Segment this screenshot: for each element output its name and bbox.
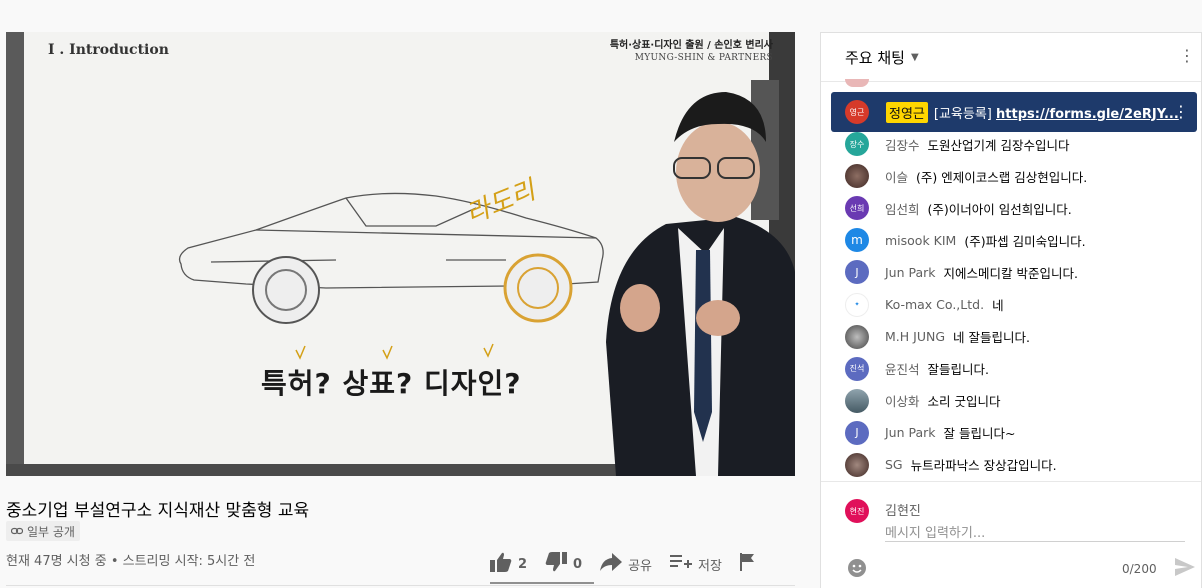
save-label: 저장 xyxy=(698,555,722,574)
avatar xyxy=(845,389,869,413)
share-button[interactable]: 공유 xyxy=(600,553,652,575)
flag-icon xyxy=(740,553,756,575)
chat-header: 주요 채팅 ▼ ⋮ xyxy=(821,33,1201,82)
author-name[interactable]: M.H JUNG xyxy=(885,329,945,344)
message-text: (주)파셉 김미숙입니다. xyxy=(964,231,1085,250)
chat-message: 이상화 소리 굿입니다 xyxy=(821,385,1201,417)
avatar xyxy=(845,164,869,188)
privacy-label: 일부 공개 xyxy=(27,523,75,540)
video-title: 중소기업 부설연구소 지식재산 맞춤형 교육 xyxy=(6,496,309,521)
avatar: ✦ xyxy=(845,293,869,317)
report-button[interactable] xyxy=(740,553,756,575)
like-ratio-bar xyxy=(490,582,594,584)
author-name[interactable]: 이슬 xyxy=(885,167,908,186)
message-input[interactable]: 메시지 입력하기... xyxy=(885,522,1185,542)
pinned-message[interactable]: 영근 정영근 [교육등록] https://forms.gle/2eRJY...… xyxy=(831,92,1197,132)
video-player[interactable]: I . Introduction 특허·상표·디자인 출원 / 손인호 변리사 … xyxy=(6,32,795,476)
emoji-icon[interactable] xyxy=(847,558,867,578)
send-icon[interactable] xyxy=(1174,556,1196,578)
slide-question: 특허? 상표? 디자인? xyxy=(261,362,522,402)
action-bar: 2 0 공유 저장 xyxy=(490,552,774,576)
message-text: 도원산업기계 김장수입니다 xyxy=(928,135,1070,154)
message-list: 장수김장수도원산업기계 김장수입니다 이슬(주) 엔제이코스랩 김상현입니다. … xyxy=(821,128,1201,481)
avatar: 영근 xyxy=(845,100,869,124)
more-options-icon[interactable]: ⋮ xyxy=(1173,102,1189,121)
slide-subtitle: 특허·상표·디자인 출원 / 손인호 변리사 xyxy=(610,36,773,51)
avatar: 장수 xyxy=(845,132,869,156)
privacy-badge: 일부 공개 xyxy=(6,521,80,541)
avatar: J xyxy=(845,260,869,284)
link-icon xyxy=(11,524,23,538)
author-name[interactable]: 이상화 xyxy=(885,391,920,410)
thumbs-up-icon xyxy=(490,552,512,576)
author-name[interactable]: 임선희 xyxy=(885,199,920,218)
message-text: 지에스메디칼 박준입니다. xyxy=(944,263,1078,282)
author-name[interactable]: Ko-max Co.,Ltd. xyxy=(885,297,984,312)
playlist-add-icon xyxy=(670,554,692,574)
chat-message: 선희 임선희 (주)이너아이 임선희입니다. xyxy=(821,192,1201,224)
message-text: 뉴트라파낙스 장상갑입니다. xyxy=(911,455,1057,474)
avatar: 진석 xyxy=(845,357,869,381)
author-name[interactable]: Jun Park xyxy=(885,425,936,440)
pinned-text: [교육등록] https://forms.gle/2eRJY... xyxy=(934,103,1179,122)
chat-message: M.H JUNG 네 잘들립니다. xyxy=(821,321,1201,353)
slide-heading: I . Introduction xyxy=(48,42,169,58)
thumbs-down-icon xyxy=(545,552,567,576)
chat-message: J Jun Park 지에스메디칼 박준입니다. xyxy=(821,256,1201,288)
avatar: 현진 xyxy=(845,499,869,523)
chat-message: J Jun Park 잘 들립니다~ xyxy=(821,417,1201,449)
like-count: 2 xyxy=(518,557,527,572)
dislike-button[interactable]: 0 xyxy=(545,552,582,576)
view-info: 현재 47명 시청 중 • 스트리밍 시작: 5시간 전 xyxy=(6,550,255,569)
more-options-icon[interactable]: ⋮ xyxy=(1179,48,1195,64)
chat-message: ✦ Ko-max Co.,Ltd. 네 xyxy=(821,288,1201,320)
page: I . Introduction 특허·상표·디자인 출원 / 손인호 변리사 … xyxy=(0,0,1202,588)
dislike-count: 0 xyxy=(573,557,582,572)
message-text: 잘들립니다. xyxy=(928,359,989,378)
chat-message: 이슬 (주) 엔제이코스랩 김상현입니다. xyxy=(821,160,1201,192)
avatar: 선희 xyxy=(845,196,869,220)
like-button[interactable]: 2 xyxy=(490,552,527,576)
author-name[interactable]: misook KIM xyxy=(885,233,956,248)
message-text: (주) 엔제이코스랩 김상현입니다. xyxy=(916,167,1087,186)
partial-avatar xyxy=(845,79,869,87)
save-button[interactable]: 저장 xyxy=(670,554,722,574)
composer-username: 김현진 xyxy=(885,500,921,519)
chat-composer: 현진 김현진 메시지 입력하기... 0/200 xyxy=(821,481,1201,588)
slide-firm: MYUNG-SHIN & PARTNERS xyxy=(635,53,773,63)
message-text: 네 xyxy=(992,295,1004,314)
share-label: 공유 xyxy=(628,555,652,574)
chat-mode-dropdown[interactable]: 주요 채팅 xyxy=(845,47,905,68)
author-name[interactable]: SG xyxy=(885,457,903,472)
share-icon xyxy=(600,553,622,575)
avatar: m xyxy=(845,228,869,252)
pinned-author: 정영근 xyxy=(886,102,928,123)
message-text: 네 잘들립니다. xyxy=(953,327,1030,346)
pinned-tag: [교육등록] xyxy=(934,107,992,122)
chat-message: 진석 윤진석 잘들립니다. xyxy=(821,353,1201,385)
avatar xyxy=(845,453,869,477)
author-name[interactable]: Jun Park xyxy=(885,265,936,280)
message-text: 소리 굿입니다 xyxy=(928,391,1001,410)
message-text: (주)이너아이 임선희입니다. xyxy=(928,199,1072,218)
video-frame xyxy=(6,32,795,476)
author-name[interactable]: 김장수 xyxy=(885,135,920,154)
chat-message: SG 뉴트라파낙스 장상갑입니다. xyxy=(821,449,1201,481)
message-text: 잘 들립니다~ xyxy=(944,423,1016,442)
char-counter: 0/200 xyxy=(1122,562,1157,576)
pinned-link[interactable]: https://forms.gle/2eRJY... xyxy=(996,107,1179,122)
avatar: J xyxy=(845,421,869,445)
live-chat: 주요 채팅 ▼ ⋮ 영근 정영근 [교육등록] https://forms.gl… xyxy=(820,32,1202,588)
chevron-down-icon[interactable]: ▼ xyxy=(911,52,919,63)
author-name[interactable]: 윤진석 xyxy=(885,359,920,378)
avatar xyxy=(845,325,869,349)
chat-message: 장수 김장수 도원산업기계 김장수입니다 xyxy=(821,128,1201,160)
divider xyxy=(6,585,795,586)
chat-message: m misook KIM (주)파셉 김미숙입니다. xyxy=(821,224,1201,256)
